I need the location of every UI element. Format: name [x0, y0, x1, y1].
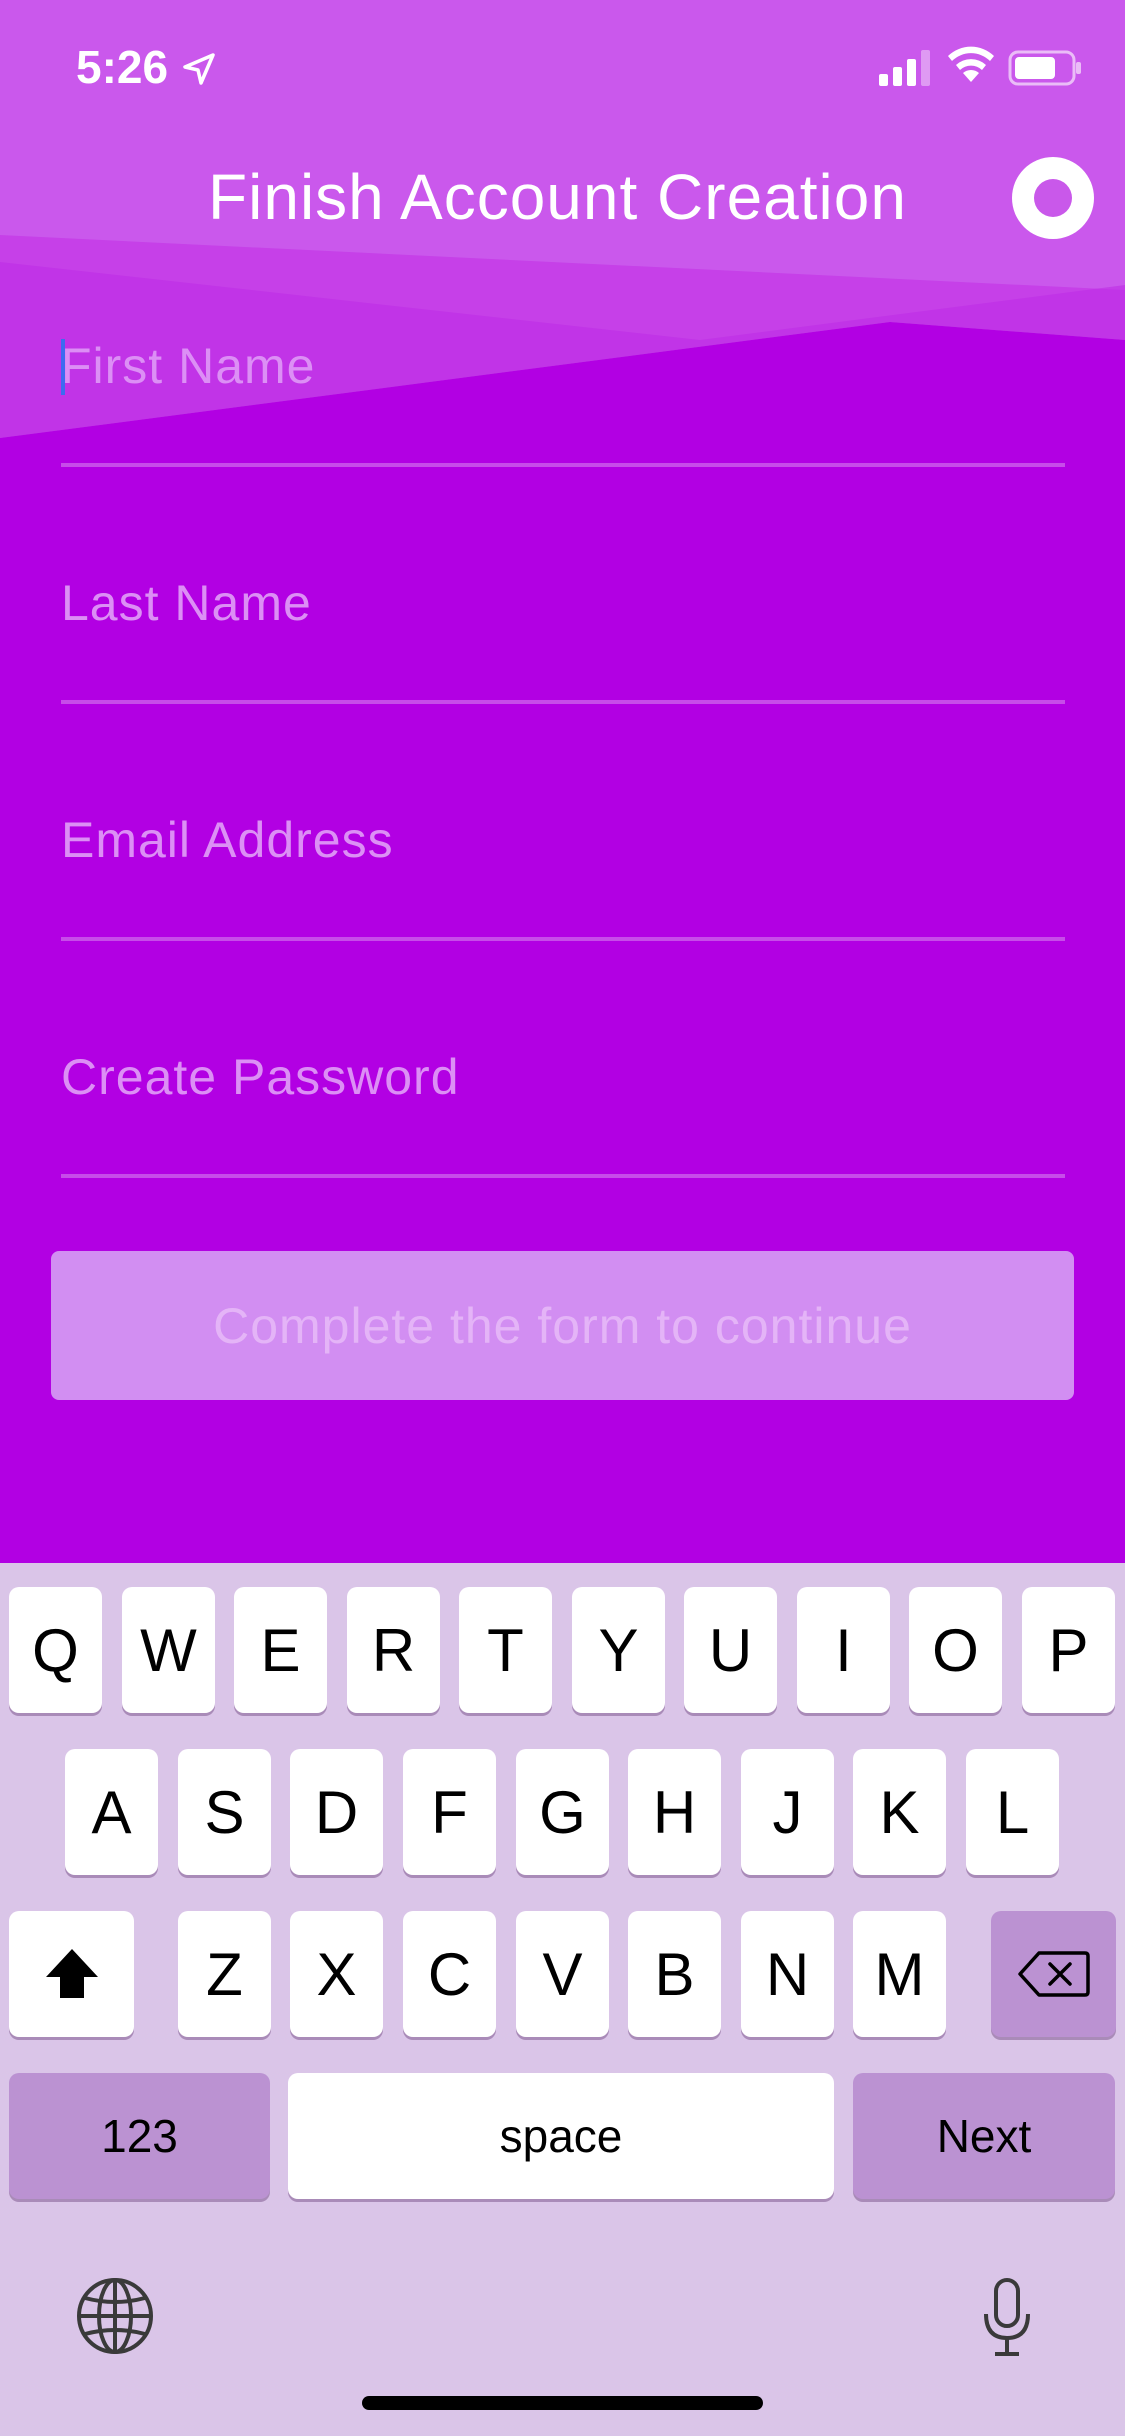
- first-name-field[interactable]: First Name: [61, 337, 1065, 467]
- next-key[interactable]: Next: [853, 2073, 1115, 2199]
- key-z[interactable]: Z: [178, 1911, 271, 2037]
- wifi-icon: [948, 46, 994, 82]
- key-o[interactable]: O: [909, 1587, 1002, 1713]
- password-field[interactable]: Create Password: [61, 1048, 1065, 1178]
- key-i[interactable]: I: [797, 1587, 890, 1713]
- page-title: Finish Account Creation: [208, 161, 907, 233]
- account-creation-screen: 5:26 Finish Account Creation First Name …: [0, 0, 1125, 2436]
- submit-button[interactable]: Complete the form to continue: [51, 1251, 1074, 1400]
- key-p[interactable]: P: [1022, 1587, 1115, 1713]
- email-field[interactable]: Email Address: [61, 811, 1065, 941]
- shift-key[interactable]: [9, 1911, 134, 2037]
- microphone-icon[interactable]: [982, 2278, 1032, 2358]
- field-underline: [61, 1174, 1065, 1178]
- key-d[interactable]: D: [290, 1749, 383, 1875]
- backspace-icon: [1017, 1951, 1090, 1997]
- numbers-key[interactable]: 123: [9, 2073, 270, 2199]
- key-q[interactable]: Q: [9, 1587, 102, 1713]
- last-name-placeholder: Last Name: [61, 575, 312, 631]
- key-w[interactable]: W: [122, 1587, 215, 1713]
- key-m[interactable]: M: [853, 1911, 946, 2037]
- last-name-field[interactable]: Last Name: [61, 574, 1065, 704]
- circle-button[interactable]: [1012, 157, 1094, 239]
- key-a[interactable]: A: [65, 1749, 158, 1875]
- delete-key[interactable]: [991, 1911, 1116, 2037]
- key-b[interactable]: B: [628, 1911, 721, 2037]
- space-key[interactable]: space: [288, 2073, 834, 2199]
- key-g[interactable]: G: [516, 1749, 609, 1875]
- key-y[interactable]: Y: [572, 1587, 665, 1713]
- email-placeholder: Email Address: [61, 812, 394, 868]
- key-e[interactable]: E: [234, 1587, 327, 1713]
- key-f[interactable]: F: [403, 1749, 496, 1875]
- cellular-signal-icon: [879, 50, 930, 86]
- home-indicator: [362, 2396, 763, 2410]
- first-name-placeholder: First Name: [61, 338, 316, 394]
- location-arrow-icon: [183, 53, 215, 85]
- password-placeholder: Create Password: [61, 1049, 460, 1105]
- key-s[interactable]: S: [178, 1749, 271, 1875]
- key-u[interactable]: U: [684, 1587, 777, 1713]
- key-l[interactable]: L: [966, 1749, 1059, 1875]
- field-underline: [61, 463, 1065, 467]
- key-j[interactable]: J: [741, 1749, 834, 1875]
- globe-icon[interactable]: [75, 2276, 155, 2356]
- key-r[interactable]: R: [347, 1587, 440, 1713]
- field-underline: [61, 700, 1065, 704]
- key-c[interactable]: C: [403, 1911, 496, 2037]
- status-time: 5:26: [76, 41, 169, 93]
- battery-icon: [1008, 50, 1081, 86]
- key-x[interactable]: X: [290, 1911, 383, 2037]
- key-n[interactable]: N: [741, 1911, 834, 2037]
- field-underline: [61, 937, 1065, 941]
- key-t[interactable]: T: [459, 1587, 552, 1713]
- key-k[interactable]: K: [853, 1749, 946, 1875]
- key-v[interactable]: V: [516, 1911, 609, 2037]
- shift-icon: [45, 1949, 98, 1998]
- key-h[interactable]: H: [628, 1749, 721, 1875]
